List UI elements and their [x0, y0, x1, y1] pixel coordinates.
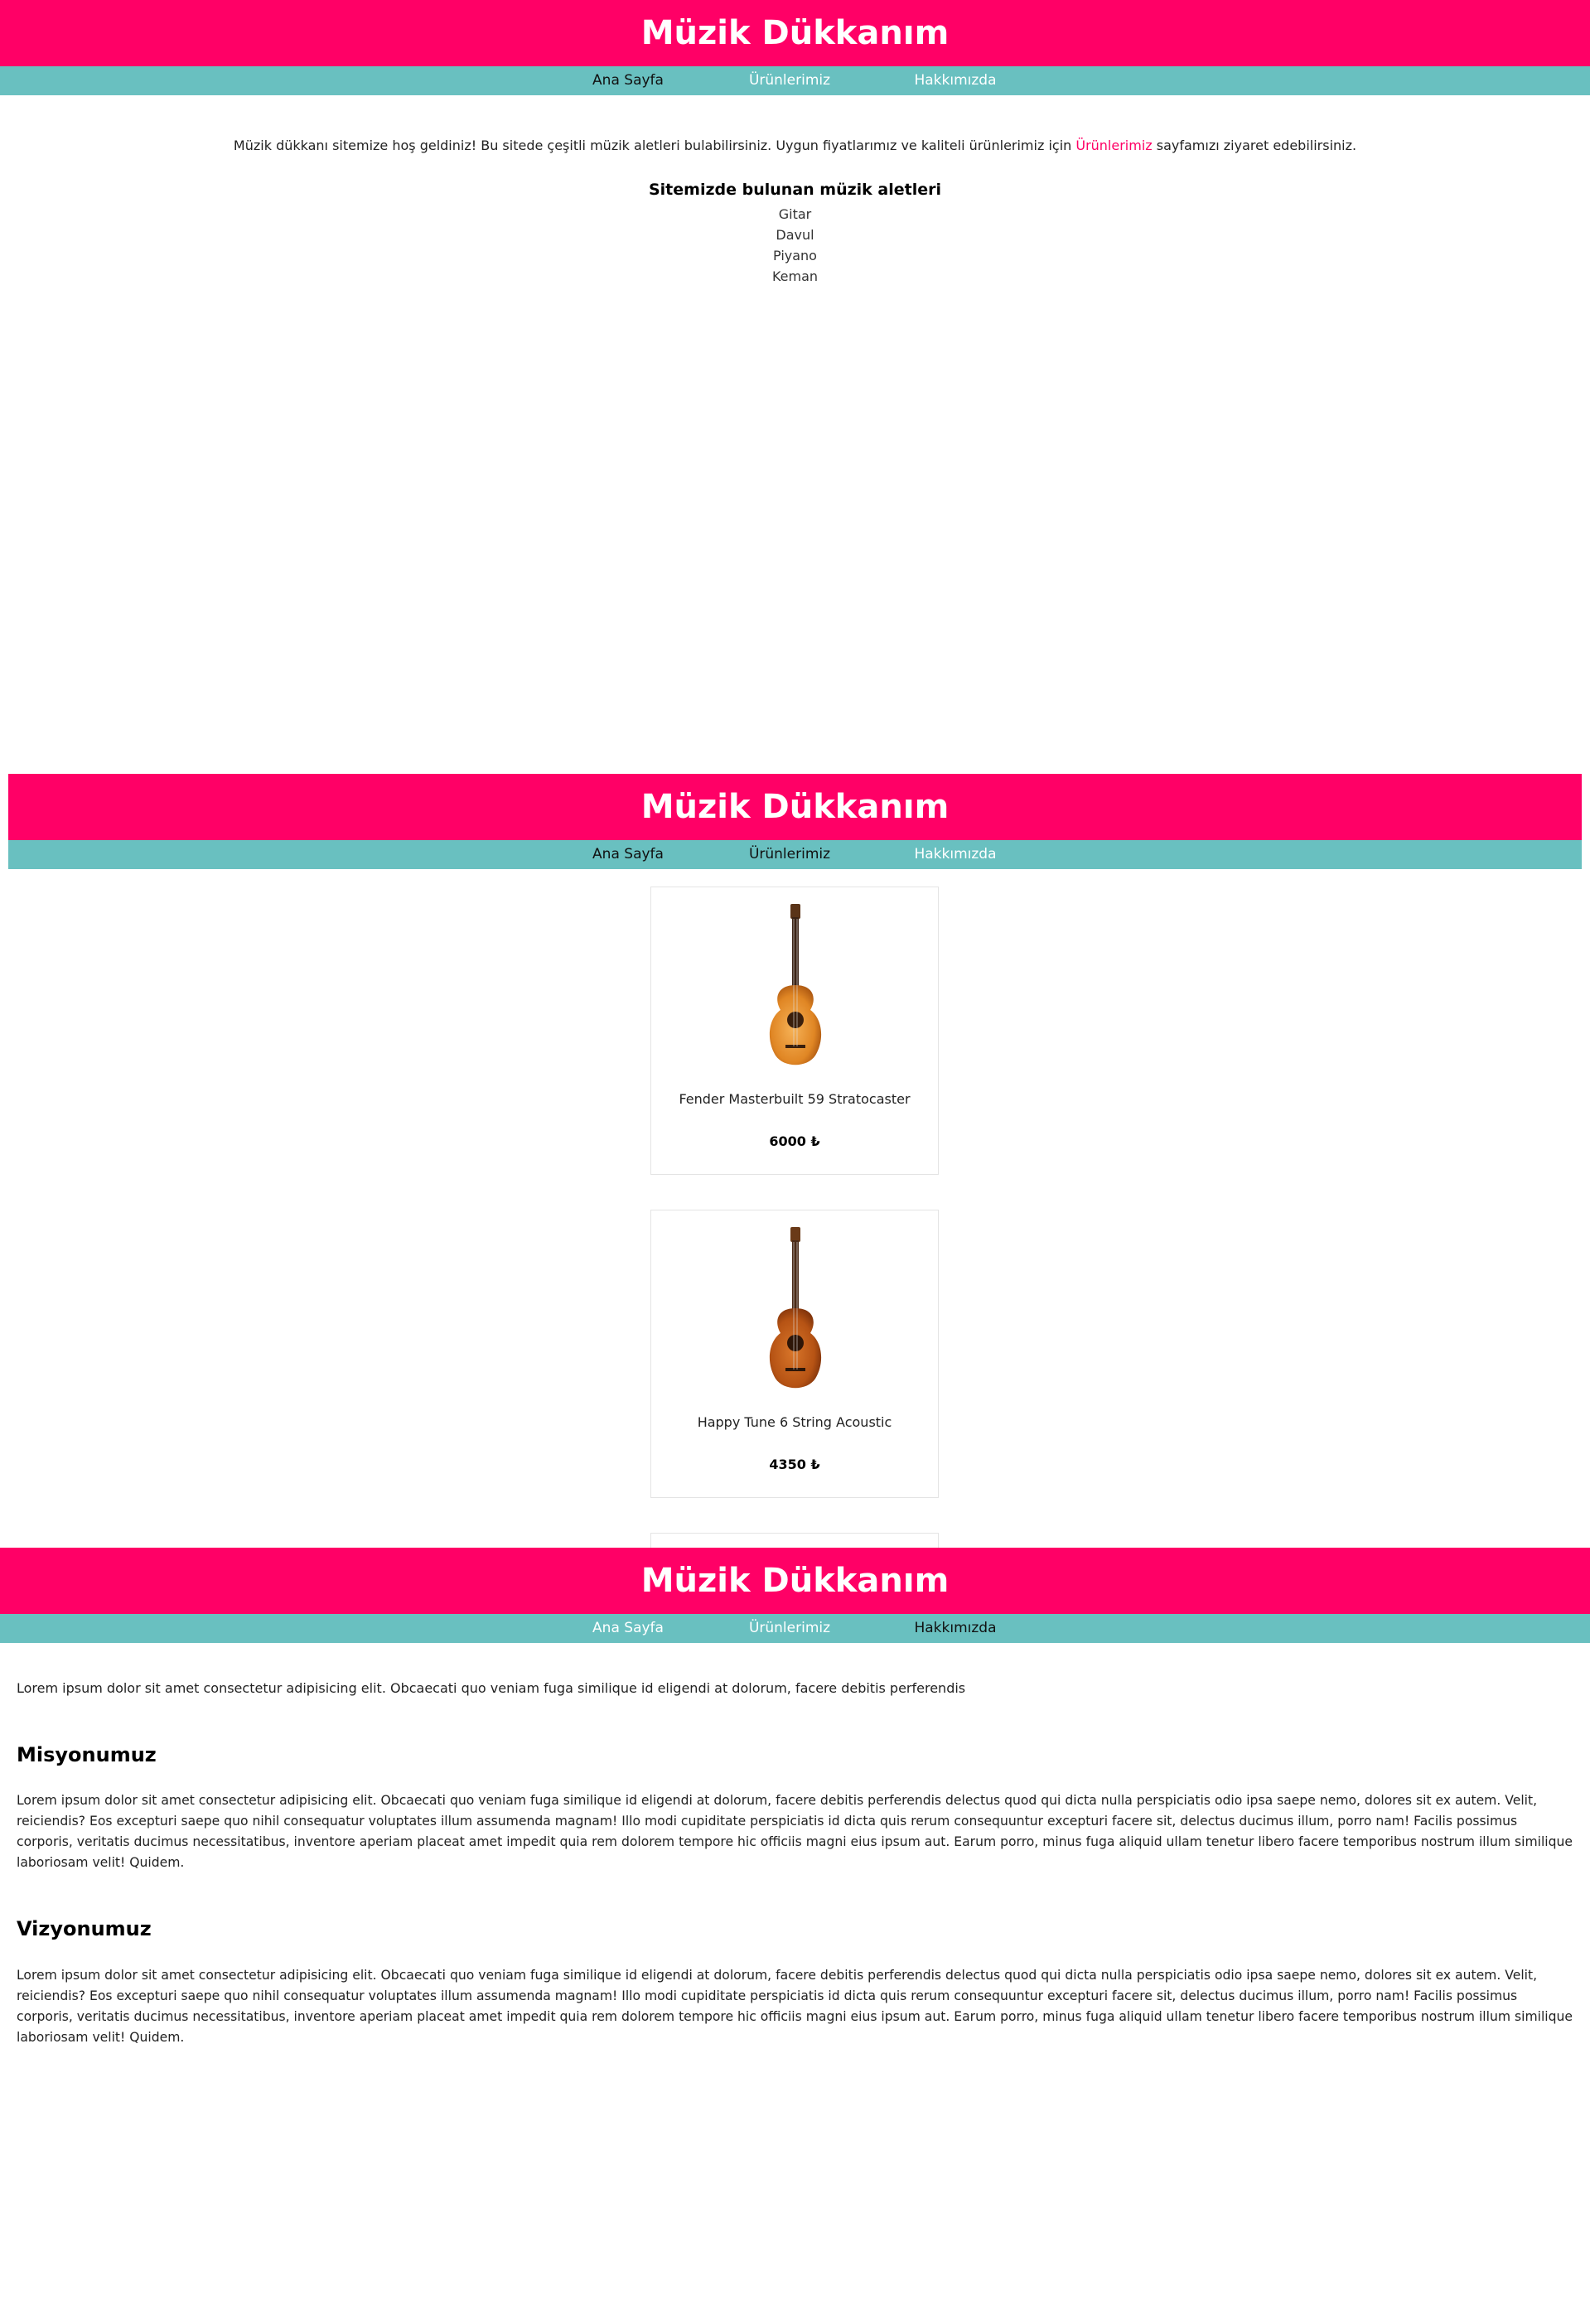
welcome-text: Müzik dükkanı sitemize hoş geldiniz! Bu …: [0, 138, 1590, 153]
products-inline-link[interactable]: Ürünlerimiz: [1075, 138, 1152, 153]
nav-link-about[interactable]: Hakkımızda: [914, 66, 996, 95]
about-page-screen: Müzik Dükkanım Ana Sayfa Ürünlerimiz Hak…: [0, 1548, 1590, 2324]
instrument-item: Keman: [771, 268, 819, 284]
instrument-item: Davul: [776, 227, 814, 243]
product-name: Fender Masterbuilt 59 Stratocaster: [679, 1091, 911, 1107]
nav-link-home[interactable]: Ana Sayfa: [592, 1614, 664, 1643]
welcome-text-before: Müzik dükkanı sitemize hoş geldiniz! Bu …: [233, 138, 1076, 153]
mission-heading: Misyonumuz: [17, 1743, 157, 1766]
product-price: 4350 ₺: [769, 1457, 820, 1472]
acoustic-guitar-icon: [769, 1227, 822, 1389]
welcome-text-after: sayfamızı ziyaret edebilirsiniz.: [1152, 138, 1357, 153]
product-price: 6000 ₺: [769, 1133, 820, 1149]
instrument-item: Gitar: [778, 206, 812, 222]
instrument-item: Piyano: [773, 248, 817, 263]
home-page-screen: Müzik Dükkanım Ana Sayfa Ürünlerimiz Hak…: [0, 0, 1590, 774]
nav-link-products[interactable]: Ürünlerimiz: [749, 66, 830, 95]
main-nav: Ana Sayfa Ürünlerimiz Hakkımızda: [0, 66, 1590, 95]
mission-text: Lorem ipsum dolor sit amet consectetur a…: [17, 1793, 1573, 1870]
product-card[interactable]: Happy Tune 6 String Acoustic 4350 ₺: [650, 1210, 939, 1498]
site-title: Müzik Dükkanım: [0, 1548, 1590, 1614]
acoustic-guitar-icon: [769, 904, 822, 1065]
nav-link-products[interactable]: Ürünlerimiz: [749, 840, 830, 869]
nav-link-products[interactable]: Ürünlerimiz: [749, 1614, 830, 1643]
nav-link-about[interactable]: Hakkımızda: [914, 840, 996, 869]
main-nav: Ana Sayfa Ürünlerimiz Hakkımızda: [8, 840, 1582, 869]
instruments-list: Gitar Davul Piyano Keman: [0, 204, 1590, 287]
product-name: Happy Tune 6 String Acoustic: [697, 1414, 892, 1430]
vision-text: Lorem ipsum dolor sit amet consectetur a…: [17, 1968, 1573, 2045]
nav-link-about[interactable]: Hakkımızda: [914, 1614, 996, 1643]
product-card[interactable]: [650, 1533, 939, 1548]
nav-link-home[interactable]: Ana Sayfa: [592, 66, 664, 95]
products-page-screen: Müzik Dükkanım Ana Sayfa Ürünlerimiz Hak…: [8, 774, 1582, 1548]
site-title: Müzik Dükkanım: [0, 0, 1590, 66]
instruments-title: Sitemizde bulunan müzik aletleri: [648, 181, 942, 199]
nav-link-home[interactable]: Ana Sayfa: [592, 840, 664, 869]
site-title: Müzik Dükkanım: [8, 774, 1582, 840]
main-nav: Ana Sayfa Ürünlerimiz Hakkımızda: [0, 1614, 1590, 1643]
about-intro-text: Lorem ipsum dolor sit amet consectetur a…: [17, 1680, 966, 1696]
product-card[interactable]: Fender Masterbuilt 59 Stratocaster 6000 …: [650, 887, 939, 1175]
vision-heading: Vizyonumuz: [17, 1917, 152, 1940]
